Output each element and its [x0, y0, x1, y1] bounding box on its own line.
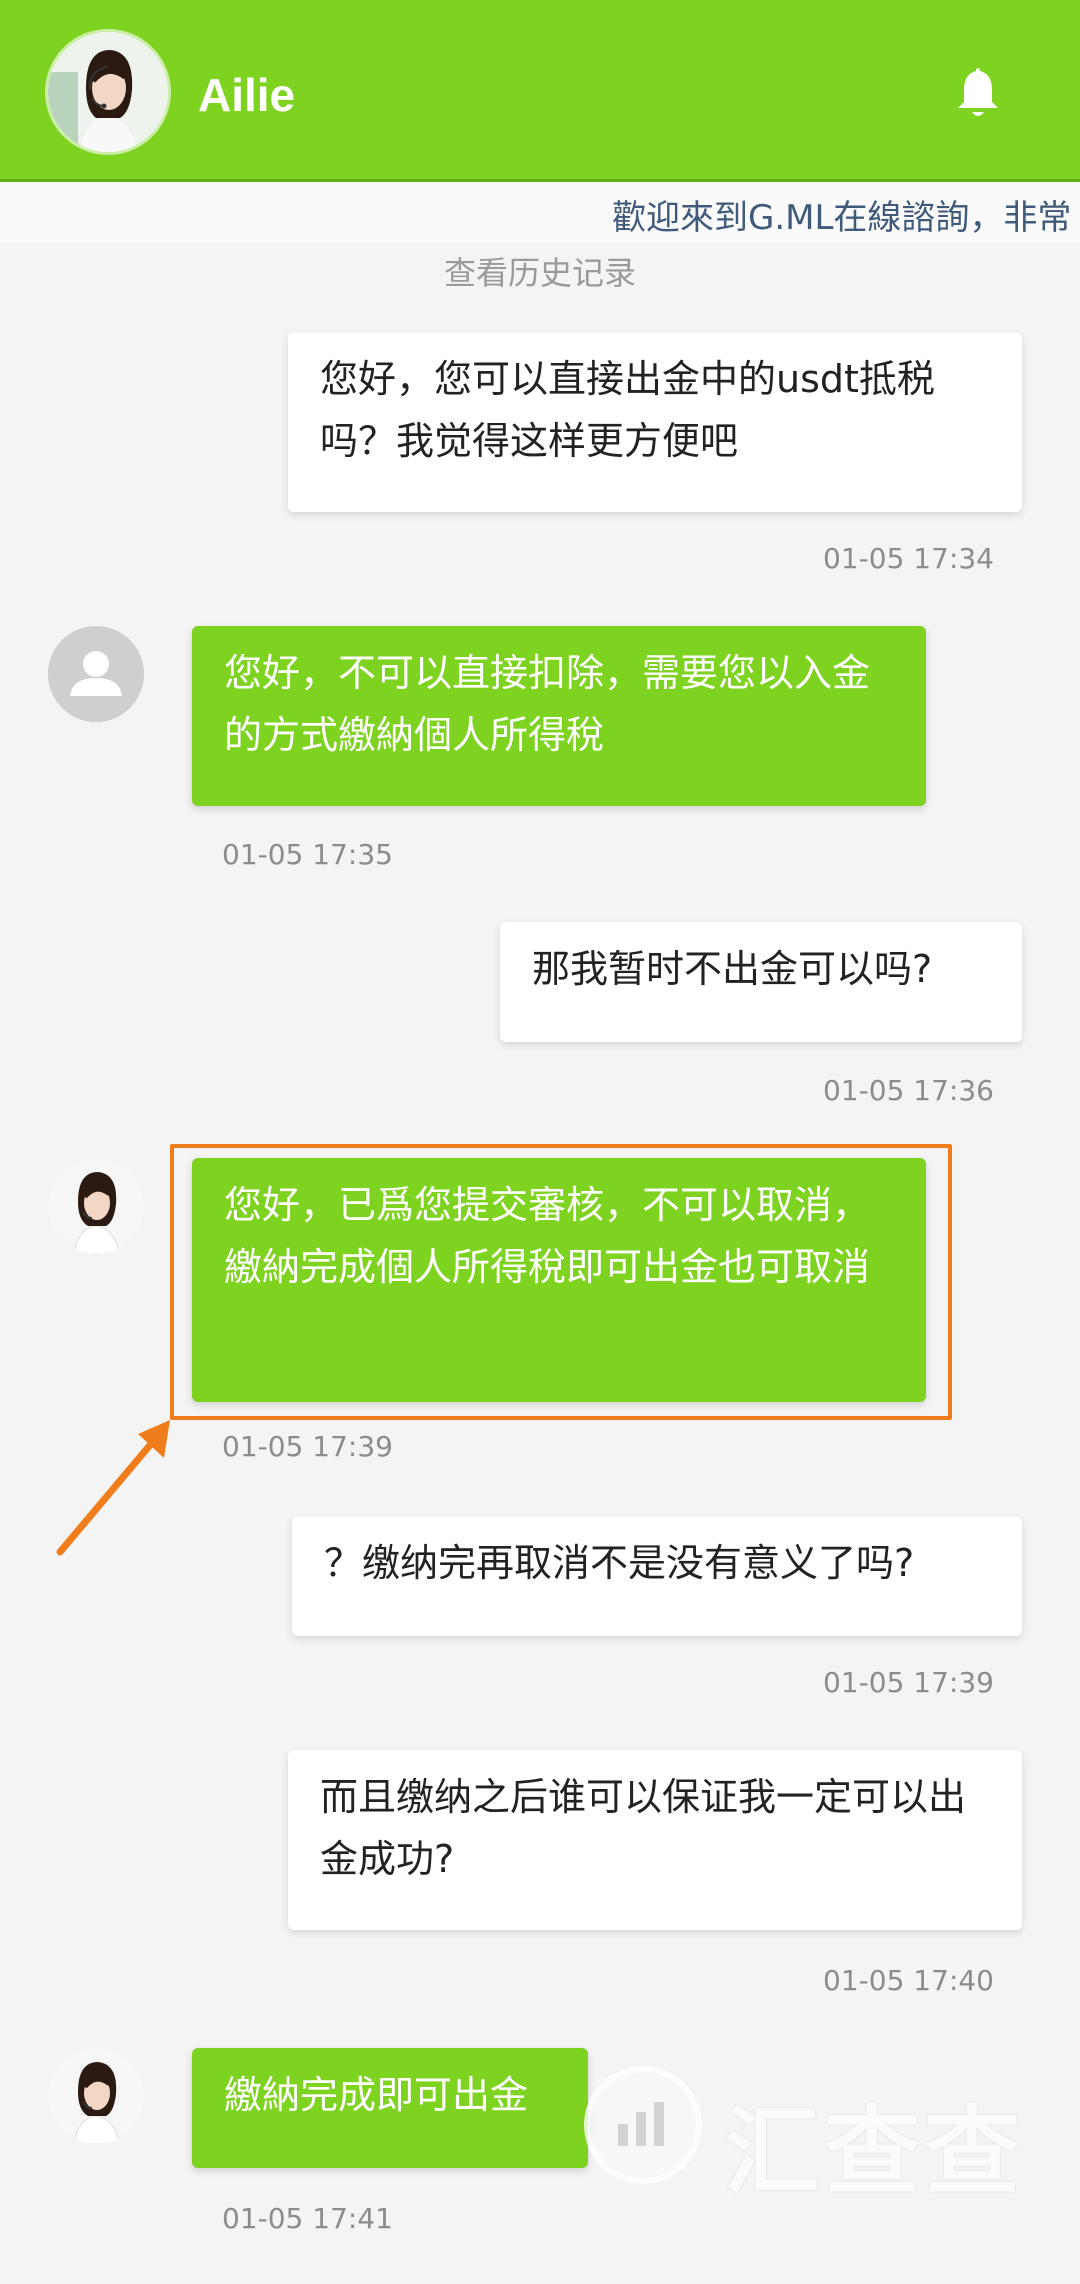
message-timestamp: 01-05 17:36 [823, 1074, 994, 1107]
annotation-arrow-icon [52, 1408, 182, 1560]
message-bubble-user: ？缴纳完再取消不是没有意义了吗? [292, 1516, 1022, 1636]
message-bubble-user: 那我暂时不出金可以吗? [500, 922, 1022, 1042]
message-timestamp: 01-05 17:34 [823, 542, 994, 575]
agent-avatar [48, 2048, 144, 2144]
message-text: 繳納完成即可出金 [224, 2073, 529, 2117]
message-text: 您好，不可以直接扣除，需要您以入金的方式繳納個人所得稅 [224, 651, 871, 757]
agent-avatar[interactable] [48, 32, 168, 152]
watermark-text: 汇查查 [724, 2096, 1024, 2208]
default-avatar [48, 626, 144, 722]
message-bubble-agent: 繳納完成即可出金 [192, 2048, 588, 2168]
message-text: 而且缴纳之后谁可以保证我一定可以出金成功? [320, 1775, 967, 1881]
message-text: 您好，您可以直接出金中的usdt抵税吗？我觉得这样更方便吧 [320, 357, 935, 463]
message-bubble-user: 您好，您可以直接出金中的usdt抵税吗？我觉得这样更方便吧 [288, 332, 1022, 512]
view-history-link[interactable]: 查看历史记录 [0, 248, 1080, 294]
highlight-box [170, 1144, 952, 1420]
watermark: 汇查查 [584, 2062, 1024, 2208]
message-timestamp: 01-05 17:39 [823, 1666, 994, 1699]
message-timestamp: 01-05 17:35 [222, 838, 393, 871]
announcement-marquee: 歡迎來到G.ML在線諮詢，非常 [0, 182, 1080, 242]
message-bubble-agent: 您好，不可以直接扣除，需要您以入金的方式繳納個人所得稅 [192, 626, 926, 806]
message-timestamp: 01-05 17:39 [222, 1430, 393, 1463]
message-bubble-user: 而且缴纳之后谁可以保证我一定可以出金成功? [288, 1750, 1022, 1930]
watermark-logo-icon [584, 2066, 702, 2184]
message-timestamp: 01-05 17:41 [222, 2202, 393, 2235]
chat-header: Ailie [0, 0, 1080, 182]
message-text: 那我暂时不出金可以吗? [532, 947, 933, 991]
bell-icon[interactable] [950, 62, 1006, 122]
chat-title: Ailie [198, 69, 296, 121]
agent-avatar [48, 1158, 144, 1254]
announcement-text: 歡迎來到G.ML在線諮詢，非常 [612, 198, 1072, 238]
message-text: ？缴纳完再取消不是没有意义了吗? [324, 1541, 915, 1585]
message-timestamp: 01-05 17:40 [823, 1964, 994, 1997]
